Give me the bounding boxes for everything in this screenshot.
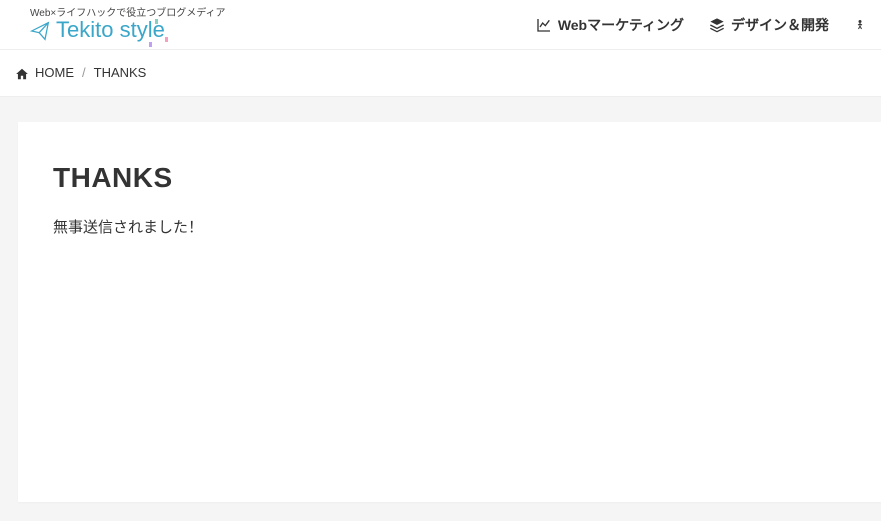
breadcrumb-separator: /: [82, 65, 86, 80]
site-logo[interactable]: Tekito style: [30, 17, 165, 43]
chart-line-icon: [536, 16, 552, 33]
nav-item-partial[interactable]: [854, 17, 866, 33]
nav-item-label: Webマーケティング: [558, 15, 684, 35]
breadcrumb-home-label: HOME: [35, 65, 74, 80]
breadcrumb: HOME / THANKS: [0, 50, 881, 97]
nav-item-design-dev[interactable]: デザイン＆開発: [709, 15, 829, 35]
page-body: 無事送信されました！: [53, 214, 846, 241]
header-left: Web×ライフハックで役立つブログメディア Tekito style: [30, 7, 165, 43]
nav-item-label: デザイン＆開発: [731, 15, 829, 35]
main-nav: Webマーケティング デザイン＆開発: [536, 15, 866, 35]
header: Web×ライフハックで役立つブログメディア Tekito style Webマー…: [0, 0, 881, 50]
plane-icon: [30, 17, 50, 43]
page-title: THANKS: [53, 162, 846, 194]
breadcrumb-home[interactable]: HOME: [15, 65, 74, 81]
content-card: THANKS 無事送信されました！: [18, 122, 881, 502]
home-icon: [15, 65, 29, 81]
layers-icon: [709, 16, 725, 33]
confetti-decoration: [145, 17, 175, 47]
content-wrap: THANKS 無事送信されました！: [0, 97, 881, 502]
nav-item-marketing[interactable]: Webマーケティング: [536, 15, 684, 35]
breadcrumb-current: THANKS: [94, 65, 147, 80]
